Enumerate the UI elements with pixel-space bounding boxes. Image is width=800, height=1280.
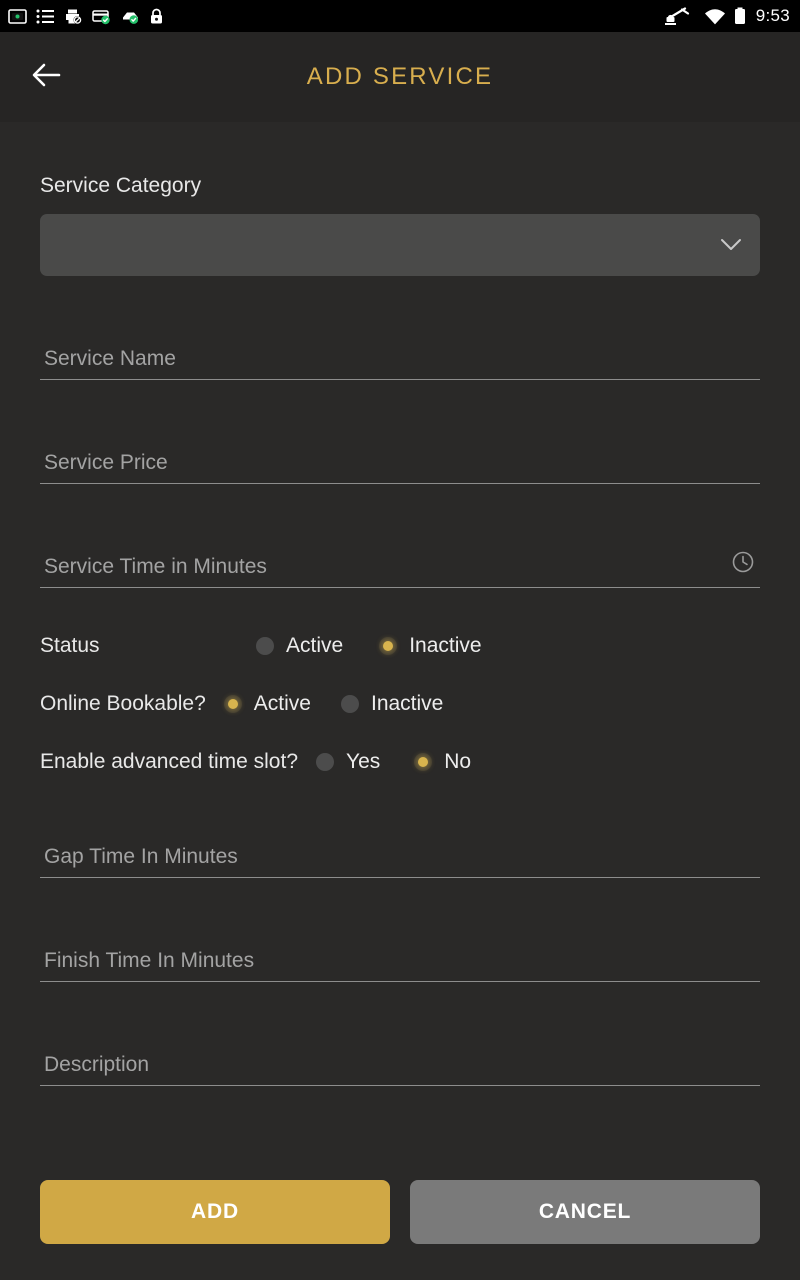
list-icon — [36, 8, 55, 25]
online-bookable-option-inactive-label: Inactive — [370, 692, 444, 715]
advanced-time-slot-label: Enable advanced time slot? — [40, 750, 298, 773]
page-title: ADD SERVICE — [306, 63, 494, 90]
lock-icon — [149, 8, 164, 25]
printer-blocked-icon — [64, 8, 83, 25]
card-check-icon — [92, 8, 111, 25]
screenshot-icon — [8, 8, 27, 25]
service-price-field[interactable]: Service Price — [40, 432, 760, 484]
add-service-form: Service Category Service Name Service Pr… — [0, 122, 800, 1180]
device-check-icon — [120, 8, 140, 25]
online-bookable-option-active[interactable]: Active — [223, 692, 311, 716]
description-placeholder: Description — [44, 1053, 150, 1076]
clock-icon[interactable] — [730, 549, 756, 575]
status-label: Status — [40, 634, 100, 657]
app-bar: ADD SERVICE — [0, 32, 800, 122]
radio-selected-icon — [414, 753, 433, 771]
robot-arm-icon — [662, 7, 696, 25]
chevron-down-icon — [720, 238, 742, 252]
advanced-time-slot-option-no-label: No — [444, 750, 472, 773]
service-time-placeholder: Service Time in Minutes — [44, 555, 267, 578]
online-bookable-label: Online Bookable? — [40, 692, 206, 715]
status-bar-left-icons — [8, 8, 164, 25]
radio-icon — [340, 695, 359, 713]
app-screen: 9:53 ADD SERVICE Service Category Servic… — [0, 0, 800, 1280]
advanced-time-slot-option-no[interactable]: No — [414, 750, 471, 774]
service-price-placeholder: Service Price — [44, 451, 168, 474]
status-bar: 9:53 — [0, 0, 800, 32]
finish-time-field[interactable]: Finish Time In Minutes — [40, 930, 760, 982]
service-category-select[interactable] — [40, 214, 760, 276]
description-field[interactable]: Description — [40, 1034, 760, 1086]
radio-icon — [256, 637, 274, 655]
service-time-field[interactable]: Service Time in Minutes — [40, 536, 760, 588]
status-option-active-label: Active — [286, 634, 344, 657]
wifi-icon — [704, 8, 726, 25]
advanced-time-slot-row: Enable advanced time slot? Yes No — [40, 750, 760, 774]
status-radio-group: Active Inactive — [256, 634, 482, 658]
service-name-field[interactable]: Service Name — [40, 328, 760, 380]
status-option-inactive-label: Inactive — [409, 634, 482, 657]
online-bookable-option-inactive[interactable]: Inactive — [340, 692, 444, 716]
status-option-active[interactable]: Active — [256, 634, 343, 658]
service-name-placeholder: Service Name — [44, 347, 176, 370]
cancel-button[interactable]: CANCEL — [410, 1180, 760, 1244]
status-option-inactive[interactable]: Inactive — [379, 634, 482, 658]
radio-selected-icon — [223, 695, 242, 713]
status-row: Status Active Inactive — [40, 634, 760, 658]
radio-icon — [316, 753, 334, 771]
gap-time-placeholder: Gap Time In Minutes — [44, 845, 238, 868]
advanced-time-slot-option-yes-label: Yes — [346, 750, 381, 773]
status-bar-right-icons: 9:53 — [662, 6, 790, 26]
gap-time-field[interactable]: Gap Time In Minutes — [40, 826, 760, 878]
advanced-time-slot-radio-group: Yes No — [316, 750, 471, 774]
clock-time: 9:53 — [755, 6, 790, 25]
add-button[interactable]: ADD — [40, 1180, 390, 1244]
service-category-label: Service Category — [40, 174, 202, 197]
radio-selected-icon — [379, 637, 398, 655]
finish-time-placeholder: Finish Time In Minutes — [44, 949, 255, 972]
advanced-time-slot-option-yes[interactable]: Yes — [316, 750, 380, 774]
battery-icon — [734, 7, 746, 25]
action-bar: ADD CANCEL — [0, 1180, 800, 1280]
online-bookable-option-active-label: Active — [253, 692, 311, 715]
online-bookable-radio-group: Active Inactive — [223, 692, 444, 716]
online-bookable-row: Online Bookable? Active Inactive — [40, 692, 760, 716]
